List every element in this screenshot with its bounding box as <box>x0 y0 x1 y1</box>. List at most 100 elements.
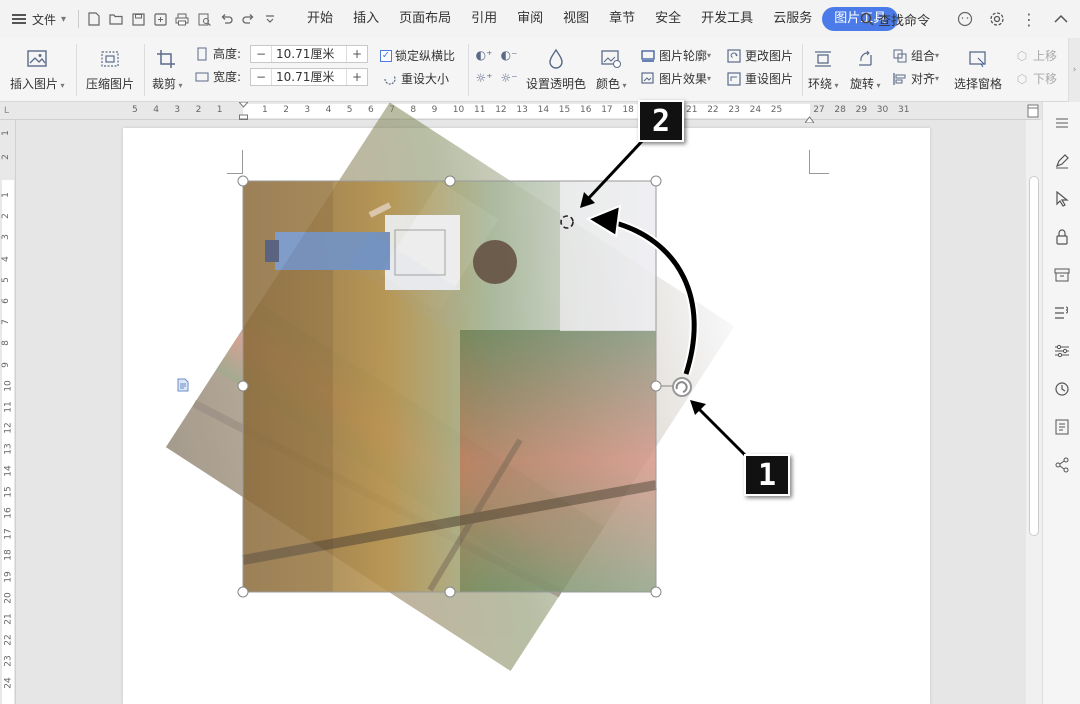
width-label: 宽度: <box>213 70 242 84</box>
archive-icon[interactable] <box>1049 262 1075 288</box>
decrease-contrast-icon[interactable]: ◐⁻ <box>501 47 518 63</box>
ruler-tick-label: 3 <box>174 105 181 115</box>
align-icon <box>892 71 908 87</box>
group-button[interactable]: 组合 ▾ <box>892 47 939 64</box>
height-input[interactable]: − 10.71厘米 + <box>250 45 368 63</box>
compress-picture-button[interactable]: 压缩图片 <box>86 46 134 92</box>
set-transparent-color-button[interactable]: 设置透明色 <box>526 46 586 92</box>
file-menu[interactable]: 文件 ▾ <box>0 0 74 38</box>
brightness-group: ☼⁺ ☼⁻ <box>475 70 520 86</box>
bring-forward-label: 上移 <box>1033 49 1058 63</box>
reset-size-label: 重设大小 <box>401 72 450 86</box>
history-icon[interactable] <box>1049 376 1075 402</box>
tab-insert[interactable]: 插入 <box>343 7 389 31</box>
sliders-icon[interactable] <box>1049 338 1075 364</box>
lock-icon[interactable] <box>1049 224 1075 250</box>
save-icon[interactable] <box>127 8 149 30</box>
ruler-tick-label: 6 <box>368 105 374 115</box>
layout-options-icon[interactable] <box>177 378 189 392</box>
gear-icon[interactable] <box>986 8 1008 30</box>
selection-pane-button[interactable]: 选择窗格 <box>954 46 1002 92</box>
ruler-tick-label: 2 <box>0 154 11 160</box>
ruler-tick-label: 15 <box>558 105 571 115</box>
tab-review[interactable]: 审阅 <box>507 7 553 31</box>
height-value[interactable]: 10.71厘米 <box>271 46 347 62</box>
bring-forward-icon: ⬡ <box>1016 48 1028 63</box>
ruler-tick-label: 28 <box>834 105 846 115</box>
ruler-tick-label: 15 <box>3 486 14 498</box>
reset-picture-button[interactable]: 重设图片 <box>726 70 793 87</box>
tab-home[interactable]: 开始 <box>297 7 343 31</box>
ruler-toggle-icon[interactable] <box>1027 104 1039 118</box>
ruler-tick-label: 17 <box>601 105 613 115</box>
vertical-scrollbar[interactable] <box>1026 120 1042 704</box>
insert-picture-label: 插入图片 <box>10 77 59 91</box>
tab-references[interactable]: 引用 <box>461 7 507 31</box>
outline-list-icon[interactable] <box>1049 300 1075 326</box>
decrease-brightness-icon[interactable]: ☼⁻ <box>500 70 517 86</box>
right-indent-marker[interactable] <box>804 112 815 124</box>
insert-picture-icon <box>24 46 50 72</box>
height-decrease-button[interactable]: − <box>251 46 271 62</box>
customize-toolbar-icon[interactable] <box>259 8 281 30</box>
send-backward-button[interactable]: ⬡ 下移 <box>1014 70 1057 87</box>
ribbon-scroll-right-icon[interactable]: › <box>1068 38 1080 102</box>
picture-effect-button[interactable]: 图片效果 ▾ <box>640 70 711 87</box>
export-pdf-icon[interactable] <box>149 8 171 30</box>
chevron-down-icon: ▾ <box>61 13 67 25</box>
width-value[interactable]: 10.71厘米 <box>271 69 347 85</box>
increase-brightness-icon[interactable]: ☼⁺ <box>475 70 492 86</box>
divider <box>76 44 77 96</box>
menu-bar: 文件 ▾ 开始 插入 页面布局 引用 审阅 视图 章节 安全 开发工具 云服务 … <box>0 0 1080 38</box>
pointer-icon[interactable] <box>1049 186 1075 212</box>
tab-security[interactable]: 安全 <box>645 7 691 31</box>
open-folder-icon[interactable] <box>105 8 127 30</box>
tab-developer[interactable]: 开发工具 <box>691 7 763 31</box>
more-icon[interactable]: ⋮ <box>1018 8 1040 30</box>
share-icon[interactable] <box>1049 452 1075 478</box>
search-command[interactable]: 查找命令 <box>860 10 930 29</box>
tab-page-layout[interactable]: 页面布局 <box>389 7 461 31</box>
scrollbar-thumb[interactable] <box>1029 176 1039 536</box>
sidebar-expand-icon[interactable] <box>1049 110 1075 136</box>
document-properties-icon[interactable] <box>1049 414 1075 440</box>
print-preview-icon[interactable] <box>193 8 215 30</box>
document-page[interactable] <box>123 128 930 704</box>
new-doc-icon[interactable] <box>83 8 105 30</box>
tab-cloud[interactable]: 云服务 <box>763 7 822 31</box>
width-decrease-button[interactable]: − <box>251 69 271 85</box>
wrap-button[interactable]: 环绕 ▾ <box>808 46 839 92</box>
redo-icon[interactable] <box>237 8 259 30</box>
ruler-tick-label: 29 <box>855 105 868 115</box>
align-button[interactable]: 对齐 ▾ <box>892 70 939 87</box>
width-increase-button[interactable]: + <box>347 69 367 85</box>
change-picture-button[interactable]: 更改图片 <box>726 47 793 64</box>
reset-size-button[interactable]: 重设大小 <box>382 70 449 87</box>
color-button[interactable]: 颜色 ▾ <box>596 46 627 92</box>
ruler-tick-label: 9 <box>0 361 11 368</box>
lock-ratio-checkbox[interactable]: ✓ 锁定纵横比 <box>380 47 455 64</box>
ruler-tick-label: 11 <box>3 401 14 413</box>
increase-contrast-icon[interactable]: ◐⁺ <box>476 47 493 63</box>
width-input[interactable]: − 10.71厘米 + <box>250 68 368 86</box>
insert-picture-button[interactable]: 插入图片 ▾ <box>10 46 65 92</box>
undo-icon[interactable] <box>215 8 237 30</box>
search-command-label: 查找命令 <box>877 13 930 29</box>
tab-stop-icon[interactable]: L <box>4 106 9 116</box>
collapse-ribbon-icon[interactable] <box>1050 8 1072 30</box>
pen-icon[interactable] <box>1049 148 1075 174</box>
outline-icon <box>640 48 656 64</box>
rotate-button[interactable]: 旋转 ▾ <box>850 46 881 92</box>
print-icon[interactable] <box>171 8 193 30</box>
crop-button[interactable]: 裁剪 ▾ <box>152 46 183 92</box>
height-increase-button[interactable]: + <box>347 46 367 62</box>
callout-2: 2 <box>638 100 684 142</box>
tab-view[interactable]: 视图 <box>553 7 599 31</box>
rotate-icon <box>852 46 878 72</box>
feedback-icon[interactable] <box>954 8 976 30</box>
picture-outline-button[interactable]: 图片轮廓 ▾ <box>640 47 711 64</box>
tab-section[interactable]: 章节 <box>599 7 645 31</box>
ruler-tick-label: 18 <box>622 105 634 115</box>
bring-forward-button[interactable]: ⬡ 上移 <box>1014 47 1057 64</box>
indent-marker[interactable] <box>237 101 250 121</box>
